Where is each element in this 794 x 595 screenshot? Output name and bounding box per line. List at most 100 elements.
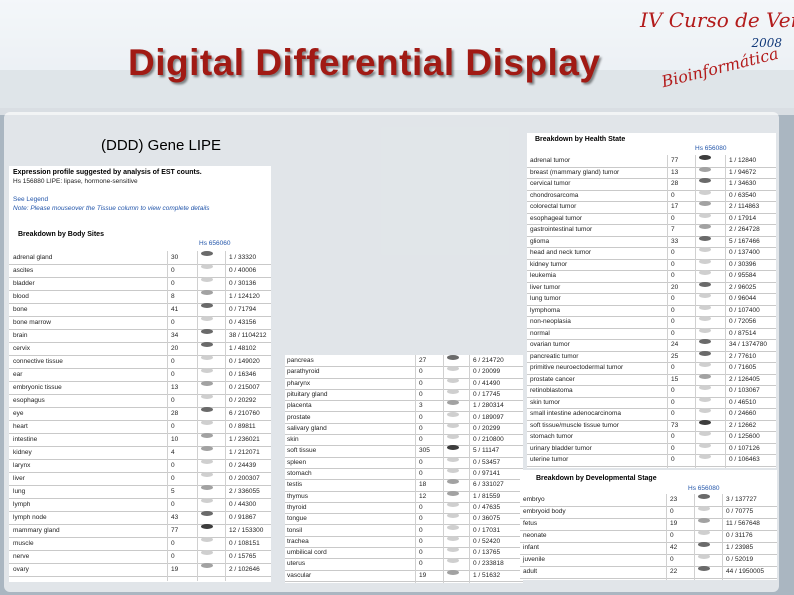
- tissue-name[interactable]: heart: [13, 420, 28, 433]
- tissue-name[interactable]: placenta: [287, 400, 312, 411]
- tpm-value: 0: [419, 424, 423, 432]
- tissue-name[interactable]: colorectal tumor: [530, 201, 576, 213]
- gene-est-ratio: 0 / 47635: [473, 503, 501, 511]
- tissue-name[interactable]: small intestine adenocarcinoma: [530, 408, 621, 420]
- tissue-name[interactable]: esophagus: [13, 394, 45, 407]
- tissue-name[interactable]: lymph node: [13, 511, 47, 524]
- tissue-name[interactable]: uterus: [287, 558, 305, 569]
- tissue-name[interactable]: lung tumor: [530, 293, 561, 305]
- tissue-name[interactable]: liver: [13, 472, 25, 485]
- tissue-name[interactable]: ascites: [13, 264, 33, 277]
- tissue-name[interactable]: trachea: [287, 536, 309, 547]
- tpm-value: 77: [671, 157, 679, 164]
- expression-dot-icon: [699, 454, 711, 459]
- tissue-name[interactable]: eye: [13, 407, 23, 420]
- tissue-name[interactable]: lymphoma: [530, 305, 560, 317]
- tissue-name[interactable]: nerve: [13, 550, 29, 563]
- tissue-name[interactable]: esophageal tumor: [530, 213, 582, 225]
- tissue-name[interactable]: prostate cancer: [530, 374, 575, 386]
- expression-dot-icon: [201, 381, 213, 386]
- tissue-name[interactable]: stomach: [287, 468, 312, 479]
- tissue-name[interactable]: tonsil: [287, 525, 302, 536]
- tissue-name[interactable]: adult: [523, 566, 537, 578]
- tissue-name[interactable]: salivary gland: [287, 423, 327, 434]
- tissue-name[interactable]: bone marrow: [13, 316, 51, 329]
- tissue-name[interactable]: uterine tumor: [530, 454, 568, 466]
- tissue-name[interactable]: stomach tumor: [530, 431, 573, 443]
- hs-id-link[interactable]: Hs 656080: [695, 145, 726, 152]
- tissue-name[interactable]: pharynx: [287, 378, 310, 389]
- tissue-name[interactable]: skin: [287, 434, 299, 445]
- tissue-name[interactable]: thyroid: [287, 502, 307, 513]
- tissue-name[interactable]: soft tissue/muscle tissue tumor: [530, 420, 619, 432]
- column-divider: [725, 155, 726, 468]
- tissue-name[interactable]: normal: [530, 328, 550, 340]
- tissue-name[interactable]: leukemia: [530, 270, 556, 282]
- tissue-name[interactable]: pancreas: [287, 355, 314, 366]
- tissue-name[interactable]: soft tissue: [287, 445, 316, 456]
- tissue-name[interactable]: blood: [13, 290, 29, 303]
- tissue-name[interactable]: urinary bladder tumor: [530, 443, 592, 455]
- gene-est-ratio: 0 / 24439: [229, 462, 257, 469]
- tissue-name[interactable]: pancreatic tumor: [530, 351, 578, 363]
- tpm-value: 0: [671, 295, 675, 302]
- tissue-name[interactable]: glioma: [530, 236, 549, 248]
- tissue-name[interactable]: pituitary gland: [287, 389, 327, 400]
- tissue-name[interactable]: vascular: [287, 570, 311, 581]
- tissue-name[interactable]: breast (mammary gland) tumor: [530, 167, 619, 179]
- tissue-name[interactable]: bladder: [13, 277, 35, 290]
- legend-link[interactable]: See Legend: [13, 195, 209, 204]
- tissue-name[interactable]: ovarian tumor: [530, 339, 570, 351]
- table-row: adult 22 44 / 1950005: [520, 566, 777, 579]
- tissue-name[interactable]: head and neck tumor: [530, 247, 591, 259]
- tissue-name[interactable]: brain: [13, 329, 27, 342]
- tissue-name[interactable]: ovary: [13, 563, 29, 576]
- tissue-name[interactable]: prostate: [287, 412, 311, 423]
- tissue-name[interactable]: lung: [13, 485, 25, 498]
- tissue-name[interactable]: mammary gland: [13, 524, 60, 537]
- expression-dot-icon: [447, 547, 459, 553]
- tissue-name[interactable]: retinoblastoma: [530, 385, 573, 397]
- tissue-name[interactable]: lymph: [13, 498, 30, 511]
- hs-id-link[interactable]: Hs 656060: [199, 240, 230, 247]
- tissue-name[interactable]: thymus: [287, 491, 308, 502]
- tissue-name[interactable]: skin tumor: [530, 397, 560, 409]
- tissue-name[interactable]: adrenal gland: [13, 251, 52, 264]
- tissue-name[interactable]: kidney tumor: [530, 259, 567, 271]
- tissue-name[interactable]: spleen: [287, 457, 306, 468]
- tissue-name[interactable]: cervical tumor: [530, 178, 570, 190]
- tissue-name[interactable]: juvenile: [523, 554, 545, 566]
- tissue-name[interactable]: testis: [287, 479, 302, 490]
- tissue-name[interactable]: bone: [13, 303, 27, 316]
- table-row: lung 5 2 / 336055: [9, 485, 271, 499]
- expression-dot-icon: [699, 155, 711, 160]
- tissue-name[interactable]: muscle: [13, 537, 34, 550]
- tissue-name[interactable]: primitive neuroectodermal tumor: [530, 362, 623, 374]
- tissue-name[interactable]: chondrosarcoma: [530, 190, 578, 202]
- tissue-name[interactable]: non-neoplasia: [530, 316, 571, 328]
- tpm-value: 10: [171, 436, 179, 443]
- expression-dot-icon: [699, 189, 711, 195]
- tissue-name[interactable]: embryo: [523, 494, 545, 506]
- tissue-name[interactable]: liver tumor: [530, 282, 560, 294]
- tpm-value: 34: [171, 332, 179, 339]
- tissue-name[interactable]: ear: [13, 368, 22, 381]
- tissue-name[interactable]: embryoid body: [523, 506, 566, 518]
- tissue-name[interactable]: kidney: [13, 446, 32, 459]
- tpm-value: 0: [671, 272, 675, 279]
- tissue-name[interactable]: gastrointestinal tumor: [530, 224, 592, 236]
- tissue-name[interactable]: connective tissue: [13, 355, 63, 368]
- tissue-name[interactable]: infant: [523, 542, 539, 554]
- tissue-name[interactable]: embryonic tissue: [13, 381, 62, 394]
- tissue-name[interactable]: tongue: [287, 513, 307, 524]
- tissue-name[interactable]: intestine: [13, 433, 37, 446]
- tissue-name[interactable]: parathyroid: [287, 366, 320, 377]
- tissue-name[interactable]: neonate: [523, 530, 547, 542]
- tissue-name[interactable]: larynx: [13, 459, 30, 472]
- hs-id-link[interactable]: Hs 656080: [688, 485, 719, 492]
- tissue-name[interactable]: umbilical cord: [287, 547, 327, 558]
- tissue-name[interactable]: fetus: [523, 518, 537, 530]
- table-row: connective tissue 0 0 / 149020: [9, 355, 271, 369]
- tissue-name[interactable]: adrenal tumor: [530, 155, 570, 167]
- tissue-name[interactable]: cervix: [13, 342, 30, 355]
